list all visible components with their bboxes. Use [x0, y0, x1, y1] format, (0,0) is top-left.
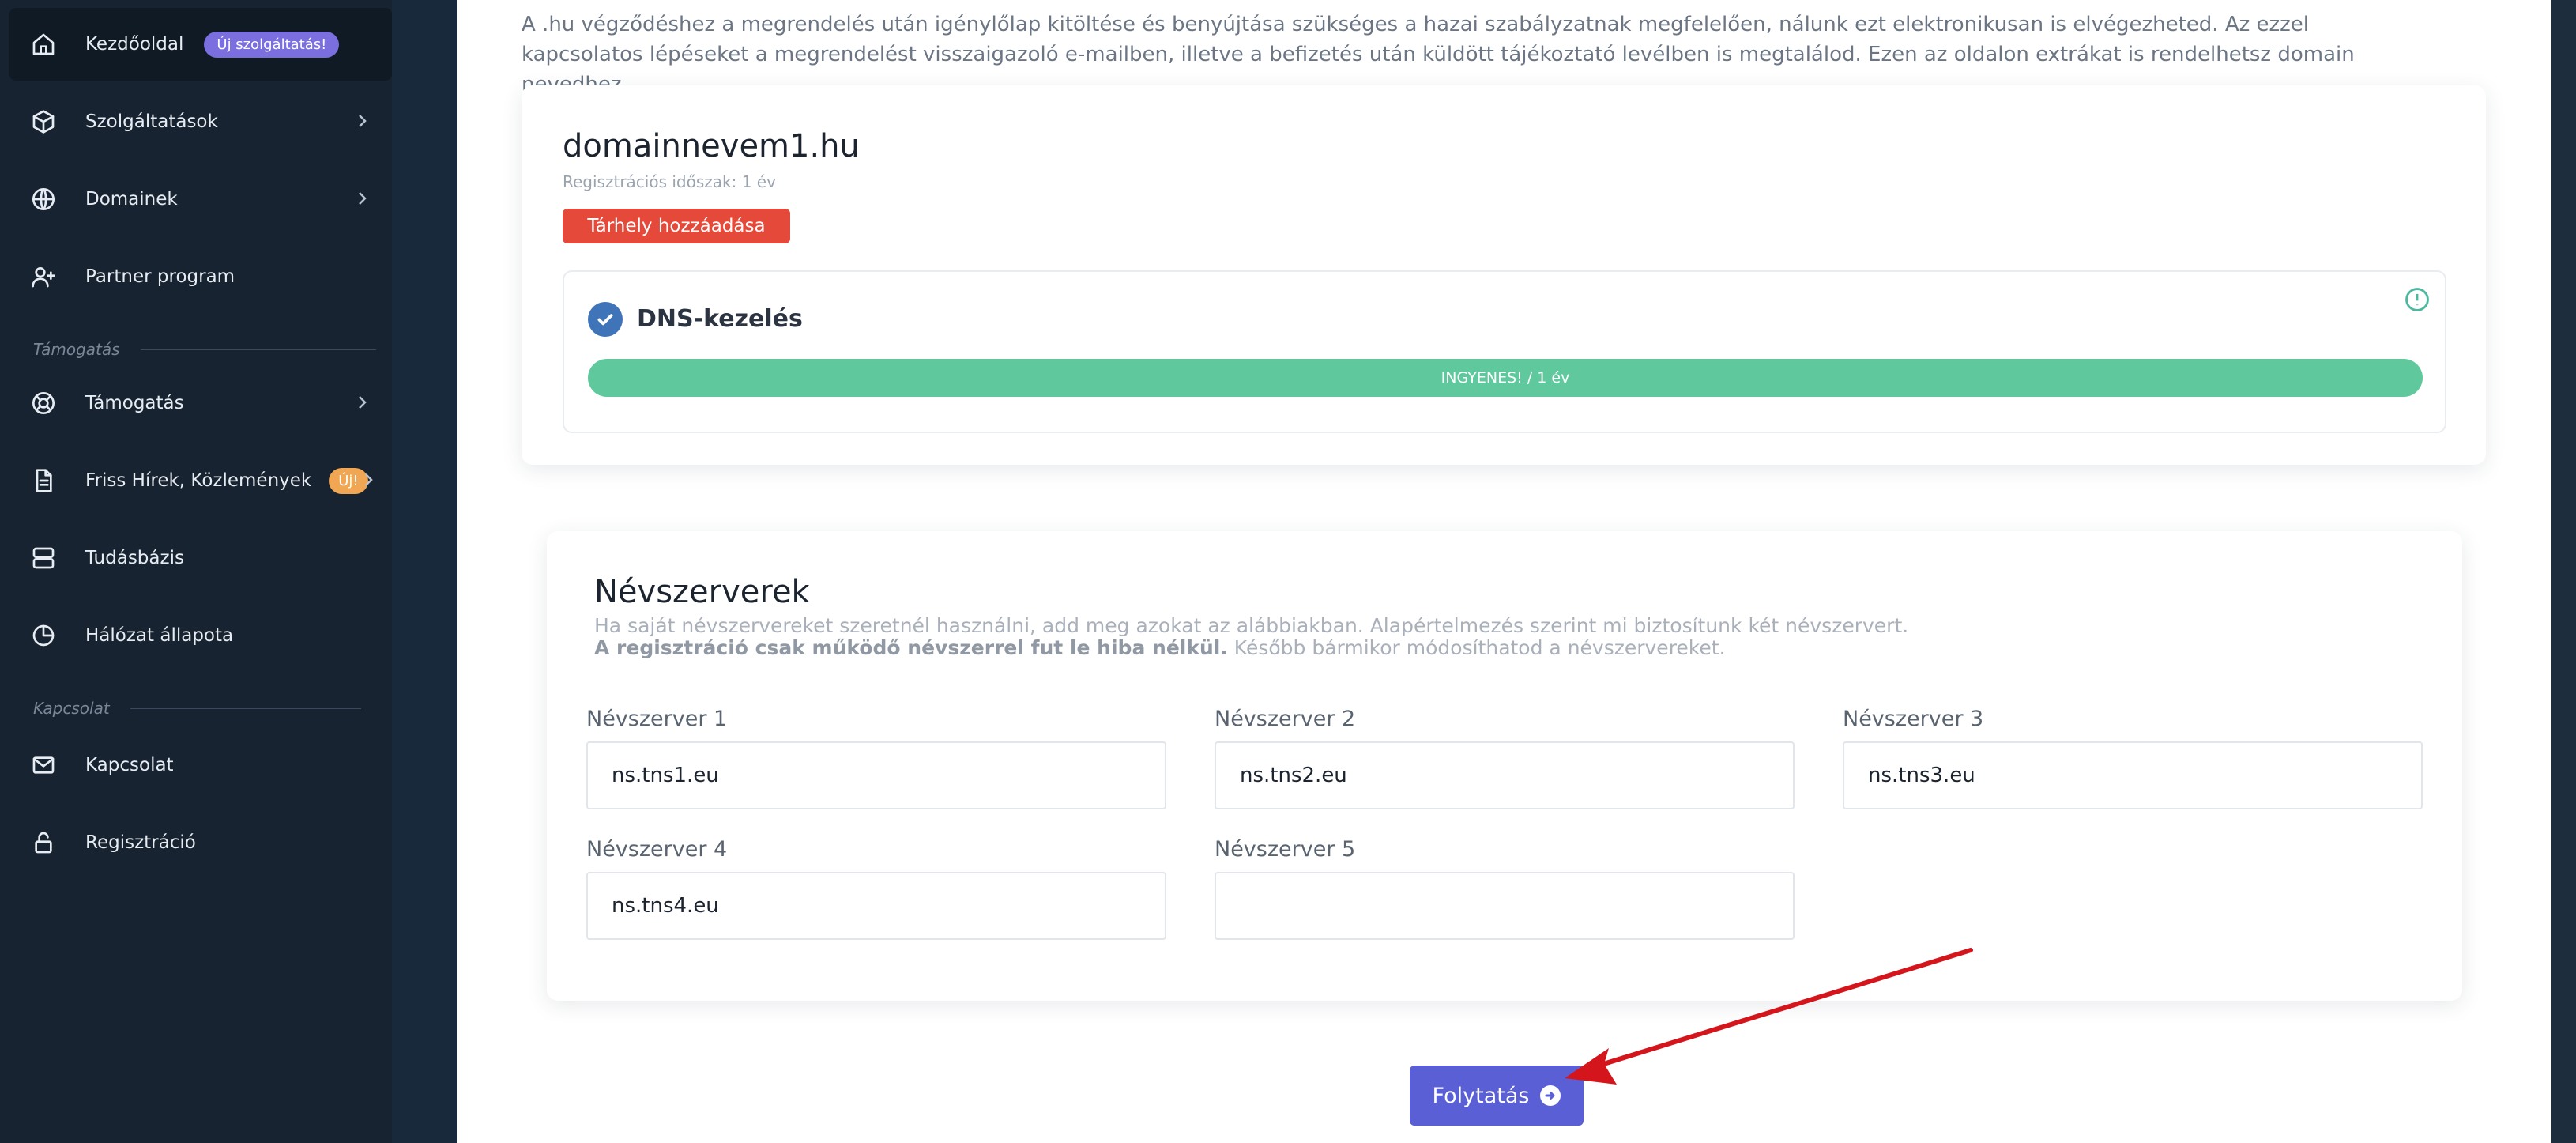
- checkmark-icon[interactable]: [588, 302, 623, 337]
- sidebar-item-knowledgebase[interactable]: Tudásbázis: [9, 522, 392, 594]
- sidebar-item-label: Kapcsolat: [85, 755, 174, 775]
- dns-price-bar[interactable]: INGYENES! / 1 év: [588, 359, 2423, 397]
- nameservers-title: Névszerverek: [594, 574, 810, 610]
- nameserver-1-field: Névszerver 1: [586, 707, 1166, 809]
- domain-name: domainnevem1.hu: [563, 128, 860, 164]
- nameserver-2-field: Névszerver 2: [1215, 707, 1795, 809]
- info-icon[interactable]: [2404, 286, 2431, 313]
- nameserver-4-input[interactable]: [586, 872, 1166, 940]
- section-divider: [130, 707, 361, 709]
- nameserver-4-field: Névszerver 4: [586, 837, 1166, 940]
- server-icon: [27, 541, 60, 575]
- section-divider: [140, 349, 376, 350]
- lock-icon: [27, 826, 60, 859]
- box-icon: [27, 105, 60, 138]
- nameserver-5-input[interactable]: [1215, 872, 1795, 940]
- sidebar: Kezdőoldal Új szolgáltatás! Szolgáltatás…: [0, 0, 457, 1143]
- nameserver-label: Névszerver 2: [1215, 707, 1356, 731]
- nameserver-label: Névszerver 3: [1843, 707, 1984, 731]
- sidebar-item-register[interactable]: Regisztráció: [9, 806, 392, 879]
- sidebar-item-label: Hálózat állapota: [85, 625, 234, 646]
- add-hosting-button[interactable]: Tárhely hozzáadása: [563, 209, 790, 243]
- page-edge: [2551, 0, 2576, 1143]
- sidebar-item-label: Domainek: [85, 189, 178, 209]
- arrow-right-circle-icon: [1540, 1085, 1561, 1106]
- nameserver-label: Névszerver 4: [586, 837, 728, 862]
- lifebuoy-icon: [27, 387, 60, 420]
- domain-card: domainnevem1.hu Regisztrációs időszak: 1…: [522, 85, 2486, 465]
- sidebar-item-partner[interactable]: Partner program: [9, 240, 392, 313]
- user-plus-icon: [27, 260, 60, 293]
- sidebar-item-network-status[interactable]: Hálózat állapota: [9, 599, 392, 672]
- main-content: A .hu végződéshez a megrendelés után igé…: [457, 0, 2551, 1143]
- section-label-support: Támogatás: [33, 340, 376, 359]
- sidebar-item-news[interactable]: Friss Hírek, Közlemények Új!: [9, 444, 392, 517]
- sidebar-item-label: Partner program: [85, 266, 235, 287]
- sidebar-item-label: Kezdőoldal: [85, 34, 184, 55]
- sidebar-item-label: Tudásbázis: [85, 548, 184, 568]
- sidebar-item-label: Szolgáltatások: [85, 111, 218, 132]
- nameservers-warning: A regisztráció csak működő névszerrel fu…: [594, 636, 1228, 659]
- dns-title: DNS-kezelés: [637, 305, 803, 333]
- nameserver-3-input[interactable]: [1843, 741, 2423, 809]
- nameserver-5-field: Névszerver 5: [1215, 837, 1795, 940]
- nameserver-1-input[interactable]: [586, 741, 1166, 809]
- continue-label: Folytatás: [1432, 1083, 1530, 1108]
- home-icon: [27, 28, 60, 61]
- nameserver-label: Névszerver 5: [1215, 837, 1356, 862]
- chevron-right-icon: [352, 189, 371, 208]
- nameserver-3-field: Névszerver 3: [1843, 707, 2423, 809]
- pie-chart-icon: [27, 619, 60, 652]
- sidebar-item-label: Regisztráció: [85, 832, 196, 853]
- section-label-contact: Kapcsolat: [33, 699, 361, 718]
- sidebar-item-services[interactable]: Szolgáltatások: [9, 85, 392, 158]
- sidebar-item-domains[interactable]: Domainek: [9, 163, 392, 236]
- new-service-badge: Új szolgáltatás!: [204, 31, 340, 58]
- chevron-right-icon: [352, 393, 371, 412]
- document-icon: [27, 464, 60, 497]
- nameservers-description: Ha saját névszervereket szeretnél haszná…: [594, 614, 1909, 659]
- sidebar-item-contact[interactable]: Kapcsolat: [9, 729, 392, 802]
- sidebar-item-home[interactable]: Kezdőoldal Új szolgáltatás!: [9, 8, 392, 81]
- chevron-right-icon: [352, 111, 371, 130]
- registration-period: Regisztrációs időszak: 1 év: [563, 172, 776, 191]
- sidebar-item-label: Friss Hírek, Közlemények: [85, 470, 312, 491]
- sidebar-edge: [392, 0, 457, 1143]
- nameservers-card: Névszerverek Ha saját névszervereket sze…: [547, 531, 2462, 1001]
- sidebar-item-support[interactable]: Támogatás: [9, 367, 392, 439]
- chevron-right-icon: [359, 470, 378, 489]
- continue-button[interactable]: Folytatás: [1410, 1066, 1584, 1126]
- nameserver-label: Névszerver 1: [586, 707, 728, 731]
- nameserver-2-input[interactable]: [1215, 741, 1795, 809]
- sidebar-item-label: Támogatás: [85, 393, 184, 413]
- mail-icon: [27, 749, 60, 782]
- globe-icon: [27, 183, 60, 216]
- dns-management-addon[interactable]: DNS-kezelés INGYENES! / 1 év: [563, 270, 2446, 433]
